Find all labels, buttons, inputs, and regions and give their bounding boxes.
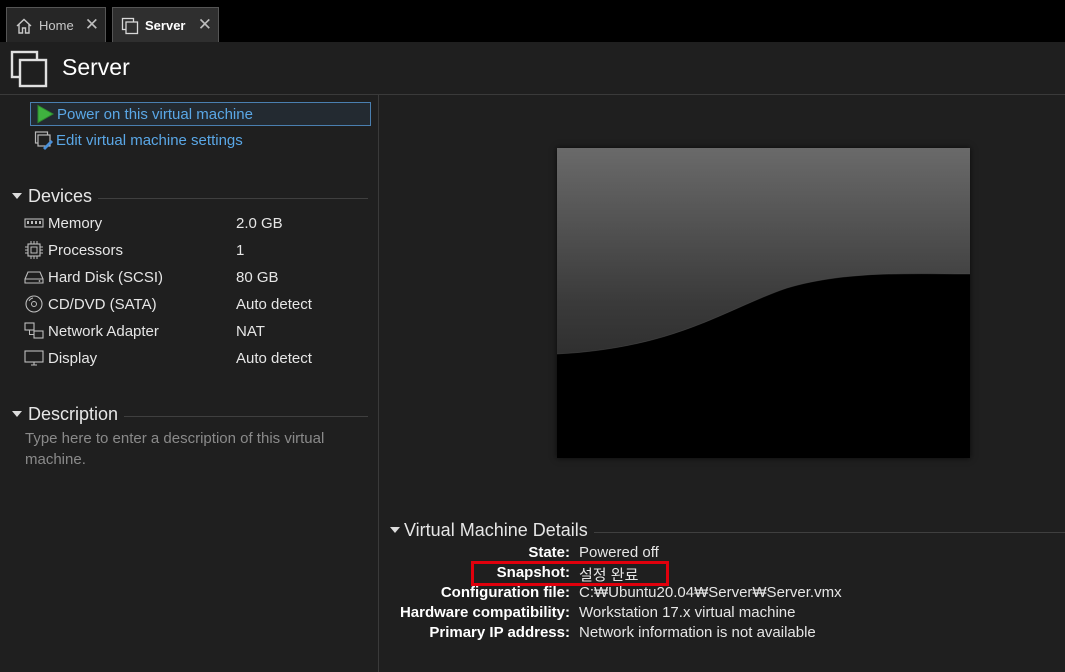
home-icon — [15, 17, 33, 35]
device-row-memory[interactable]: Memory 2.0 GB — [24, 212, 364, 234]
device-row-cd-dvd[interactable]: CD/DVD (SATA) Auto detect — [24, 293, 364, 315]
page-title: Server — [62, 54, 130, 80]
edit-settings-label: Edit virtual machine settings — [56, 131, 243, 149]
processor-icon — [24, 241, 44, 259]
details-section-toggle[interactable]: Virtual Machine Details — [390, 519, 1065, 541]
collapse-triangle-icon — [12, 193, 22, 199]
device-name: CD/DVD (SATA) — [48, 295, 157, 313]
edit-settings-link[interactable]: Edit virtual machine settings — [30, 128, 371, 152]
tab-server[interactable]: Server ✕ — [112, 7, 219, 43]
close-icon[interactable]: ✕ — [198, 15, 212, 35]
device-value: NAT — [236, 322, 265, 340]
close-icon[interactable]: ✕ — [85, 15, 99, 35]
detail-row-hardware-compatibility: Hardware compatibility: Workstation 17.x… — [380, 604, 1065, 624]
vm-workstation-window: Home ✕ Server ✕ Server Power on this vir… — [0, 0, 1065, 672]
tab-server-label: Server — [145, 18, 186, 33]
detail-value: Network information is not available — [579, 624, 816, 641]
detail-label: State: — [528, 544, 570, 561]
display-icon — [24, 349, 44, 367]
device-value: Auto detect — [236, 349, 312, 367]
device-value: Auto detect — [236, 295, 312, 313]
power-on-label: Power on this virtual machine — [57, 105, 253, 123]
vm-icon — [10, 50, 48, 88]
device-row-hard-disk[interactable]: Hard Disk (SCSI) 80 GB — [24, 266, 364, 288]
play-icon — [35, 104, 55, 124]
collapse-triangle-icon — [390, 527, 400, 533]
vm-icon — [121, 17, 139, 35]
detail-value: Powered off — [579, 544, 659, 561]
devices-heading: Devices — [28, 185, 93, 206]
memory-icon — [24, 214, 44, 232]
collapse-triangle-icon — [12, 411, 22, 417]
detail-row-primary-ip: Primary IP address: Network information … — [380, 624, 1065, 644]
device-name: Hard Disk (SCSI) — [48, 268, 164, 286]
device-row-network-adapter[interactable]: Network Adapter NAT — [24, 320, 364, 342]
tab-strip: Home ✕ Server ✕ — [0, 0, 1065, 43]
detail-label: Hardware compatibility: — [399, 604, 570, 621]
network-adapter-icon — [24, 322, 44, 340]
device-name: Display — [48, 349, 98, 367]
settings-edit-icon — [34, 130, 54, 150]
detail-label: Configuration file: — [440, 584, 570, 601]
device-name: Network Adapter — [48, 322, 159, 340]
device-value: 1 — [236, 241, 245, 259]
device-row-processors[interactable]: Processors 1 — [24, 239, 364, 261]
vm-preview-pane: Virtual Machine Details State: Powered o… — [380, 95, 1065, 672]
detail-row-configuration-file: Configuration file: C:₩Ubuntu20.04₩Serve… — [380, 584, 1065, 604]
device-value: 2.0 GB — [236, 214, 283, 232]
detail-value: Workstation 17.x virtual machine — [579, 604, 796, 621]
description-input[interactable]: Type here to enter a description of this… — [25, 428, 355, 470]
section-divider — [593, 531, 1065, 533]
section-divider — [98, 197, 368, 199]
power-on-button[interactable]: Power on this virtual machine — [30, 102, 371, 126]
device-name: Processors — [48, 241, 124, 259]
details-heading: Virtual Machine Details — [404, 519, 588, 540]
detail-label: Primary IP address: — [429, 624, 570, 641]
section-divider — [124, 415, 368, 417]
vm-header: Server — [0, 42, 1065, 95]
device-name: Memory — [48, 214, 103, 232]
vm-summary-pane: Power on this virtual machine Edit virtu… — [0, 95, 379, 672]
description-heading: Description — [28, 403, 119, 424]
tab-home[interactable]: Home ✕ — [6, 7, 106, 43]
device-value: 80 GB — [236, 268, 279, 286]
hard-disk-icon — [24, 268, 44, 286]
cd-dvd-icon — [24, 295, 44, 313]
tab-home-label: Home — [39, 18, 74, 33]
detail-value: C:₩Ubuntu20.04₩Server₩Server.vmx — [579, 584, 842, 601]
devices-section-toggle[interactable]: Devices — [12, 185, 368, 207]
snapshot-highlight-box — [471, 561, 669, 586]
device-row-display[interactable]: Display Auto detect — [24, 347, 364, 369]
vm-screen-thumbnail[interactable] — [556, 148, 971, 458]
description-section-toggle[interactable]: Description — [12, 403, 368, 425]
